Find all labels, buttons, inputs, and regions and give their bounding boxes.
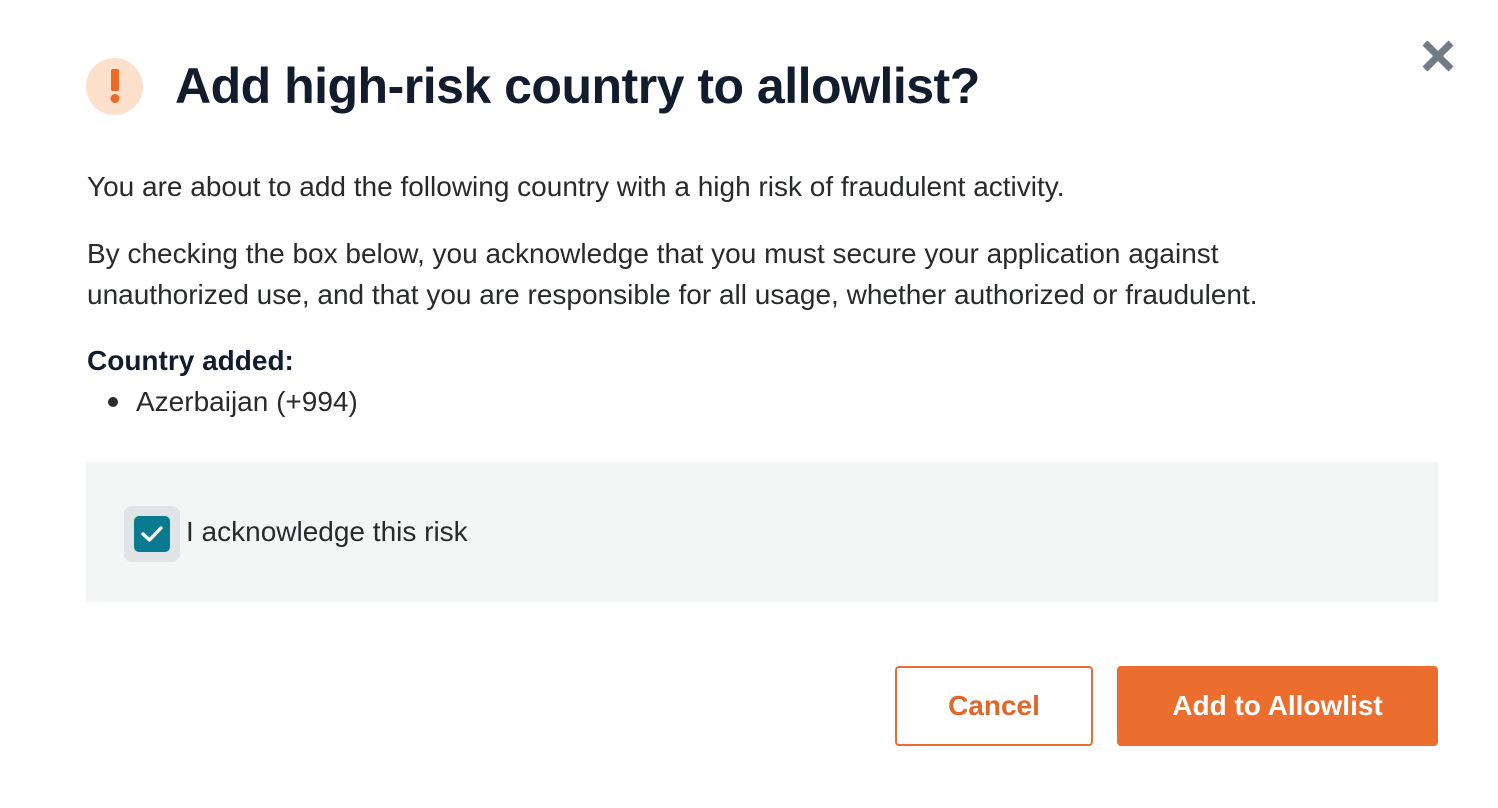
allowlist-dialog: Add high-risk country to allowlist? You … (0, 0, 1498, 808)
add-to-allowlist-button[interactable]: Add to Allowlist (1117, 666, 1438, 746)
country-name: Azerbaijan (+994) (136, 386, 358, 417)
acknowledge-checkbox[interactable] (124, 506, 180, 562)
cancel-button[interactable]: Cancel (895, 666, 1093, 746)
close-icon (1422, 40, 1454, 72)
list-item: Azerbaijan (+994) (108, 383, 358, 421)
bullet-icon (108, 397, 118, 407)
checkmark-icon (141, 526, 163, 542)
close-button[interactable] (1420, 38, 1456, 74)
warning-text: You are about to add the following count… (87, 171, 1065, 202)
acknowledgement-text: By checking the box below, you acknowled… (87, 238, 1258, 310)
dialog-header: Add high-risk country to allowlist? (86, 56, 980, 116)
dialog-title: Add high-risk country to allowlist? (175, 58, 980, 114)
country-list: Azerbaijan (+994) (108, 383, 358, 421)
acknowledge-panel: I acknowledge this risk (86, 462, 1438, 602)
exclamation-icon (110, 69, 119, 103)
checkbox-checked (134, 516, 170, 552)
acknowledge-label[interactable]: I acknowledge this risk (186, 512, 468, 552)
alert-badge (86, 57, 143, 115)
country-added-label: Country added: (87, 345, 294, 376)
